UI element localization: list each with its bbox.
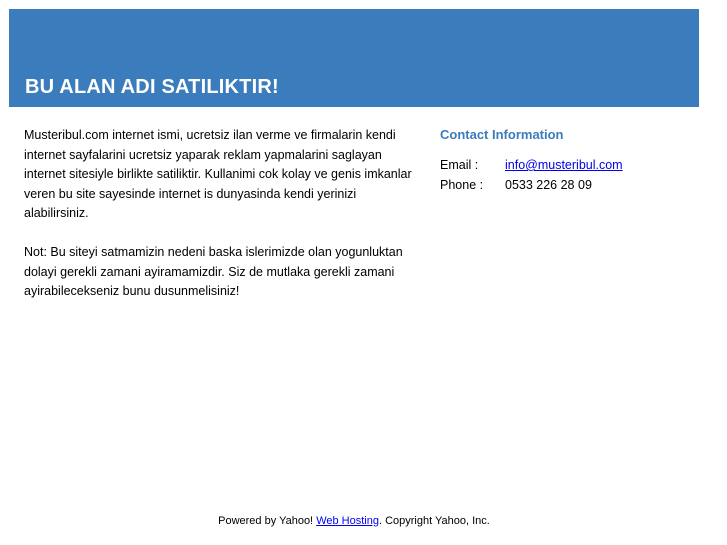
email-link[interactable]: info@musteribul.com bbox=[505, 155, 623, 175]
contact-heading: Contact Information bbox=[440, 127, 564, 142]
email-label: Email : bbox=[440, 158, 479, 172]
web-hosting-link[interactable]: Web Hosting bbox=[316, 515, 379, 527]
main-content: Musteribul.com internet ismi, ucretsiz i… bbox=[24, 126, 419, 302]
footer-suffix: . Copyright Yahoo, Inc. bbox=[378, 515, 490, 527]
page-title: BU ALAN ADI SATILIKTIR! bbox=[25, 76, 279, 98]
header-banner: BU ALAN ADI SATILIKTIR! bbox=[9, 9, 699, 107]
email-row: Email : info@musteribul.com bbox=[440, 155, 690, 175]
description-paragraph: Musteribul.com internet ismi, ucretsiz i… bbox=[24, 128, 412, 220]
page: BU ALAN ADI SATILIKTIR! Musteribul.com i… bbox=[0, 0, 727, 545]
contact-information-panel: Contact Information Email : info@musteri… bbox=[440, 126, 690, 195]
footer: Powered by Yahoo! Web Hosting. Copyright… bbox=[0, 513, 708, 529]
phone-label: Phone : bbox=[440, 178, 484, 192]
note-paragraph: Not: Bu siteyi satmamizin nedeni baska i… bbox=[24, 245, 403, 298]
footer-prefix: Powered by Yahoo! bbox=[218, 515, 317, 527]
phone-row: Phone : 0533 226 28 09 bbox=[440, 175, 690, 195]
phone-value: 0533 226 28 09 bbox=[505, 178, 592, 192]
